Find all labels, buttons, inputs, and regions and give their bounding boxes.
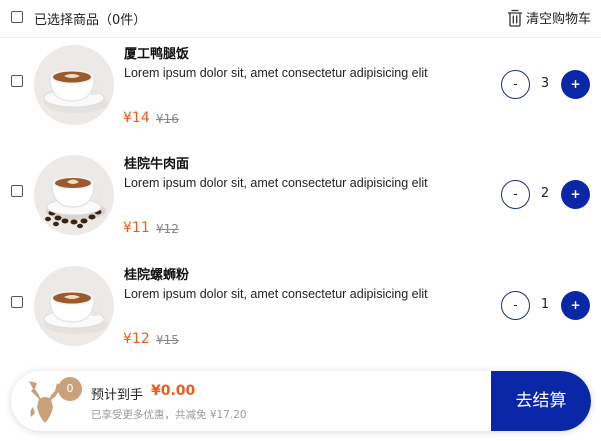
increase-quantity-button[interactable]: +: [561, 180, 590, 209]
clear-cart-button[interactable]: 清空购物车: [507, 8, 591, 27]
item-price: ¥11: [123, 220, 150, 236]
item-description: Lorem ipsum dolor sit, amet consectetur …: [124, 66, 428, 80]
item-quantity: 3: [540, 76, 550, 91]
cart-count-badge: 0: [58, 377, 82, 401]
item-checkbox[interactable]: [11, 185, 23, 197]
expected-price-label: 预计到手: [91, 388, 144, 403]
coffee-cup-icon: [34, 45, 114, 125]
cart-item: 桂院螺蛳粉 Lorem ipsum dolor sit, amet consec…: [0, 261, 601, 361]
item-price: ¥14: [123, 110, 150, 126]
cart-item: 桂院牛肉面 Lorem ipsum dolor sit, amet consec…: [0, 150, 601, 250]
checkout-bar: 0 预计到手 ¥0.00 已享受更多优惠，共减免 ¥17.20 去结算: [11, 371, 591, 431]
item-name: 桂院螺蛳粉: [124, 268, 190, 283]
item-quantity: 1: [540, 297, 550, 312]
decrease-quantity-button[interactable]: -: [501, 70, 530, 99]
increase-quantity-button[interactable]: +: [561, 70, 590, 99]
item-quantity: 2: [540, 186, 550, 201]
trash-icon: [507, 9, 523, 27]
item-name: 厦工鸭腿饭: [124, 47, 190, 62]
coffee-cup-with-beans-icon: [34, 155, 114, 235]
item-checkbox[interactable]: [11, 75, 23, 87]
cart-item: 厦工鸭腿饭 Lorem ipsum dolor sit, amet consec…: [0, 40, 601, 140]
item-name: 桂院牛肉面: [124, 157, 190, 172]
increase-quantity-button[interactable]: +: [561, 291, 590, 320]
item-original-price: ¥12: [156, 222, 179, 236]
cart-header: 已选择商品（0件） 清空购物车: [0, 0, 601, 38]
item-price: ¥12: [123, 331, 150, 347]
decrease-quantity-button[interactable]: -: [501, 180, 530, 209]
item-original-price: ¥16: [156, 112, 179, 126]
item-checkbox[interactable]: [11, 296, 23, 308]
discount-text: 已享受更多优惠，共减免 ¥17.20: [91, 409, 247, 421]
item-description: Lorem ipsum dolor sit, amet consectetur …: [124, 287, 428, 301]
clear-cart-label: 清空购物车: [525, 12, 591, 27]
total-price: ¥0.00: [151, 383, 196, 399]
item-original-price: ¥15: [156, 333, 179, 347]
coffee-cup-icon: [34, 266, 114, 346]
select-all-label: 已选择商品（0件）: [34, 13, 147, 28]
select-all-checkbox[interactable]: [11, 11, 23, 23]
decrease-quantity-button[interactable]: -: [501, 291, 530, 320]
item-description: Lorem ipsum dolor sit, amet consectetur …: [124, 176, 428, 190]
checkout-button[interactable]: 去结算: [491, 371, 591, 431]
